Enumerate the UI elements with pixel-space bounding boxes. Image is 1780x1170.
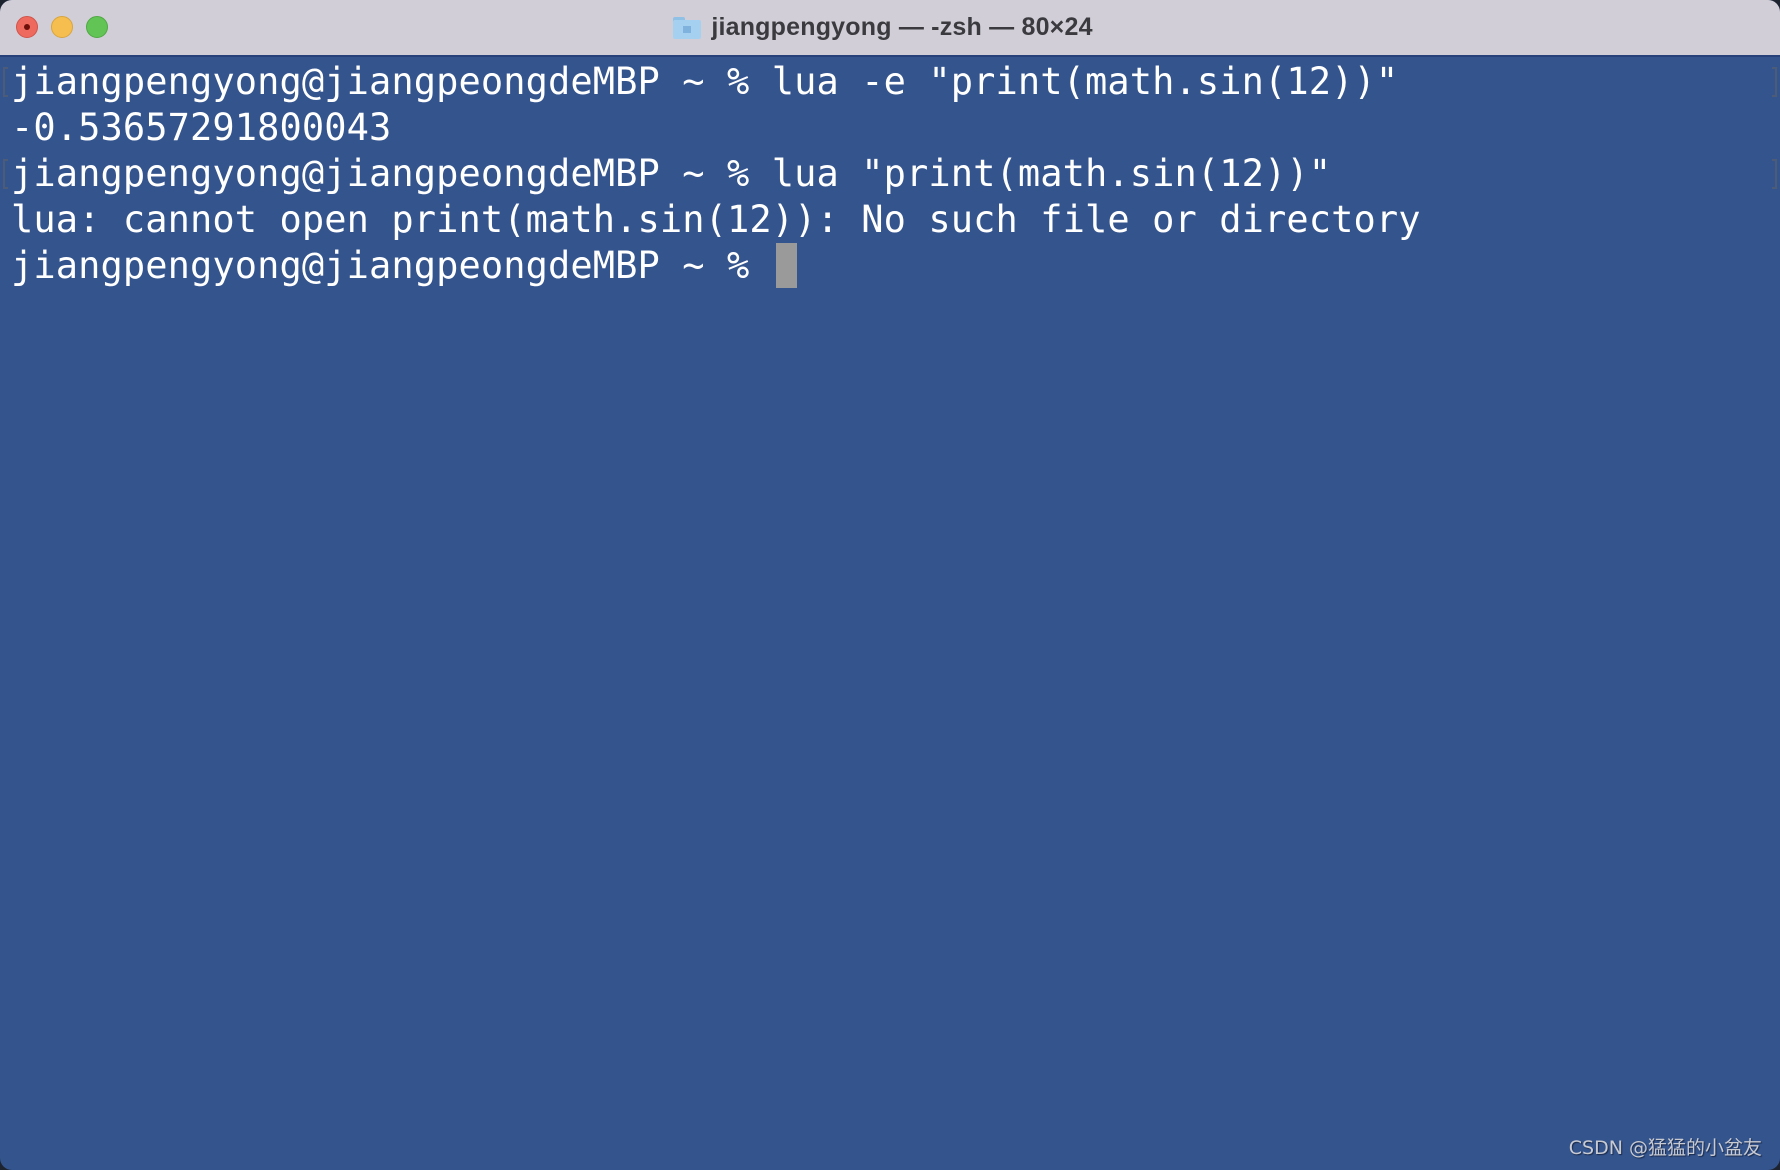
- terminal-content[interactable]: jiangpengyong@jiangpeongdeMBP ~ % lua -e…: [0, 57, 1780, 1170]
- line-mark-right: [1772, 67, 1777, 97]
- prompt-text: jiangpengyong@jiangpeongdeMBP ~ %: [11, 244, 772, 287]
- terminal-prompt-line[interactable]: jiangpengyong@jiangpeongdeMBP ~ %: [11, 243, 797, 289]
- text-cursor: [775, 243, 797, 288]
- terminal-line: -0.53657291800043: [11, 106, 392, 149]
- line-mark-left: [3, 67, 8, 97]
- terminal-line: jiangpengyong@jiangpeongdeMBP ~ % lua -e…: [11, 60, 1399, 103]
- title-bar[interactable]: jiangpengyong — -zsh — 80×24: [0, 0, 1780, 57]
- home-folder-icon: [673, 16, 702, 39]
- watermark: CSDN @猛猛的小盆友: [1568, 1137, 1762, 1159]
- window-title: jiangpengyong — -zsh — 80×24: [0, 0, 1780, 55]
- line-mark-right: [1772, 159, 1777, 189]
- line-mark-left: [3, 159, 8, 189]
- terminal-window: jiangpengyong — -zsh — 80×24 jiangpengyo…: [0, 0, 1780, 1170]
- terminal-line: jiangpengyong@jiangpeongdeMBP ~ % lua "p…: [11, 152, 1332, 195]
- terminal-line: lua: cannot open print(math.sin(12)): No…: [11, 198, 1421, 241]
- window-title-text: jiangpengyong — -zsh — 80×24: [711, 13, 1093, 41]
